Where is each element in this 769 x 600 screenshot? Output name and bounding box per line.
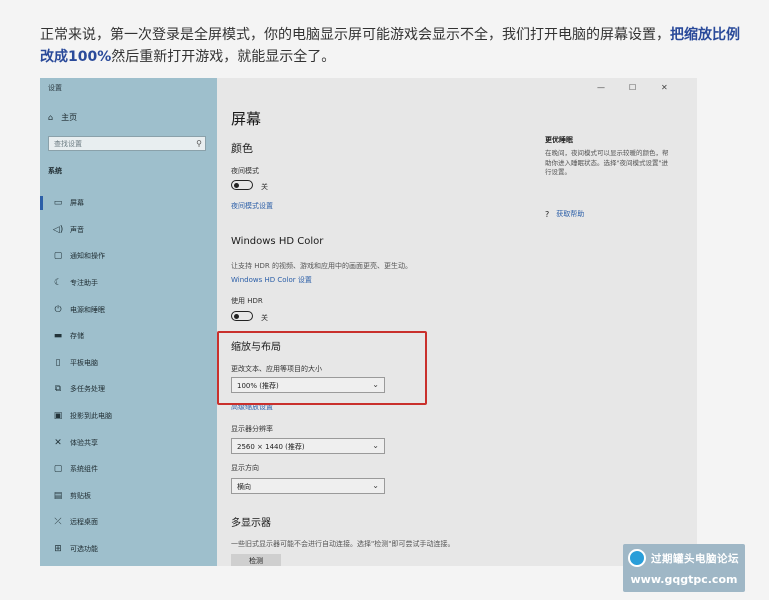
sidebar-item-notifications[interactable]: ▢ 通知和操作 [40,243,217,270]
article-paragraph: 正常来说，第一次登录是全屏模式，你的电脑显示屏可能游戏会显示不全，我们打开电脑的… [40,24,740,68]
maximize-button[interactable]: ☐ [629,83,636,92]
highlight-box [217,331,427,405]
features-icon: ⊞ [54,544,62,555]
hdr-heading: Windows HD Color [231,236,324,247]
sidebar-item-remote-desktop[interactable]: ⤫ 远程桌面 [40,509,217,536]
site-url: www.gqgtpc.com [630,573,738,586]
hdr-state: 关 [261,314,268,322]
use-hdr-label: 使用 HDR [231,297,263,305]
sidebar-item-label: 声音 [70,225,84,234]
night-light-settings-link[interactable]: 夜间模式设置 [231,201,273,211]
sidebar-item-multitasking[interactable]: ⧉ 多任务处理 [40,376,217,403]
power-icon: ⏻ [54,304,62,315]
sidebar-item-label: 专注助手 [70,279,98,288]
sidebar-item-label: 电源和睡眠 [70,305,105,314]
orientation-dropdown[interactable]: 横向 ⌄ [231,478,385,494]
article-text-before: 正常来说，第一次登录是全屏模式，你的电脑显示屏可能游戏会显示不全，我们打开电脑的… [40,27,670,43]
projector-icon: ▣ [53,411,63,422]
minimize-button[interactable]: — [597,83,605,92]
sidebar-list: ▭ 屏幕 ◁) 声音 ▢ 通知和操作 ☾ 专注助手 ⏻ 电源和睡眠 ▬ 存储 ▯… [40,190,217,562]
sidebar-item-focus-assist[interactable]: ☾ 专注助手 [40,270,217,297]
settings-content: — ☐ ✕ 屏幕 颜色 夜间模式 关 夜间模式设置 Windows HD Col… [217,78,697,566]
article-text-after: 然后重新打开游戏，就能显示全了。 [111,49,336,65]
sidebar-item-label: 多任务处理 [70,385,105,394]
window-title: 设置 [48,84,62,92]
sidebar-item-power[interactable]: ⏻ 电源和睡眠 [40,296,217,323]
sidebar-item-label: 体验共享 [70,438,98,447]
site-logo-icon [628,549,646,567]
chevron-down-icon: ⌄ [372,441,379,450]
sidebar-item-label: 投影到此电脑 [70,412,112,421]
sidebar-item-projecting[interactable]: ▣ 投影到此电脑 [40,403,217,430]
sidebar-item-label: 平板电脑 [70,358,98,367]
components-icon: ▢ [53,464,63,475]
get-help-link[interactable]: ? 获取帮助 [545,209,584,219]
tablet-icon: ▯ [55,357,61,368]
multi-display-description: 一些旧式显示器可能不会进行自动连接。选择"检测"即可尝试手动连接。 [231,540,455,548]
resolution-dropdown[interactable]: 2560 × 1440 (推荐) ⌄ [231,438,385,454]
storage-icon: ▬ [53,331,63,342]
sidebar-home-label: 主页 [61,113,78,122]
hdr-description: 让支持 HDR 的视频、游戏和应用中的画面更亮、更生动。 [231,262,412,270]
sidebar-item-system-components[interactable]: ▢ 系统组件 [40,456,217,483]
sidebar-item-label: 屏幕 [70,199,84,208]
page-title: 屏幕 [231,110,262,128]
chevron-down-icon: ⌄ [372,481,379,490]
clipboard-icon: ▤ [53,490,63,501]
remote-icon: ⤫ [54,517,62,528]
hdr-toggle[interactable] [231,311,253,321]
notification-icon: ▢ [53,251,63,262]
site-watermark: 过期罐头电脑论坛 www.gqgtpc.com [623,544,745,592]
sidebar-item-label: 通知和操作 [70,252,105,261]
search-input[interactable]: 查找设置 ⚲ [48,136,206,151]
sidebar-item-display[interactable]: ▭ 屏幕 [40,190,217,217]
search-icon: ⚲ [196,139,202,148]
share-icon: ✕ [54,437,62,448]
sidebar-item-sound[interactable]: ◁) 声音 [40,217,217,244]
settings-sidebar: 设置 ⌂ 主页 查找设置 ⚲ 系统 ▭ 屏幕 ◁) 声音 ▢ 通知和操作 ☾ 专… [40,78,217,566]
moon-icon: ☾ [53,278,63,289]
resolution-value: 2560 × 1440 (推荐) [237,443,305,451]
sidebar-section-label: 系统 [48,167,62,175]
home-icon: ⌂ [48,113,54,122]
resolution-label: 显示器分辨率 [231,425,273,433]
sidebar-item-shared-experiences[interactable]: ✕ 体验共享 [40,429,217,456]
sidebar-item-tablet[interactable]: ▯ 平板电脑 [40,350,217,377]
speaker-icon: ◁) [52,224,64,235]
monitor-icon: ▭ [53,198,63,209]
sidebar-item-label: 系统组件 [70,465,98,474]
sidebar-item-label: 可选功能 [70,545,98,554]
orientation-label: 显示方向 [231,464,259,472]
search-placeholder: 查找设置 [54,140,82,148]
sidebar-home[interactable]: ⌂ 主页 [48,112,77,123]
multi-display-heading: 多显示器 [231,518,271,529]
night-light-toggle[interactable] [231,180,253,190]
sidebar-item-label: 剪贴板 [70,491,91,500]
detect-button[interactable]: 检测 [231,554,281,566]
hdr-settings-link[interactable]: Windows HD Color 设置 [231,275,312,285]
sidebar-item-storage[interactable]: ▬ 存储 [40,323,217,350]
get-help-label: 获取帮助 [556,210,585,218]
night-light-label: 夜间模式 [231,167,259,175]
right-panel-description: 在晚间，夜间模式可以显示较暖的颜色，帮助你进入睡眠状态。选择"夜间模式设置"进行… [545,149,669,176]
color-heading: 颜色 [231,142,253,155]
sidebar-item-clipboard[interactable]: ▤ 剪贴板 [40,483,217,510]
multitask-icon: ⧉ [54,384,62,395]
orientation-value: 横向 [237,483,251,491]
sidebar-item-optional-features[interactable]: ⊞ 可选功能 [40,536,217,563]
night-light-state: 关 [261,183,268,191]
sidebar-item-label: 远程桌面 [70,518,98,527]
sidebar-item-label: 存储 [70,332,84,341]
close-button[interactable]: ✕ [661,83,668,92]
site-name: 过期罐头电脑论坛 [651,553,739,565]
right-panel-title: 更优睡眠 [545,136,573,144]
help-icon: ? [545,209,550,219]
settings-screenshot: 设置 ⌂ 主页 查找设置 ⚲ 系统 ▭ 屏幕 ◁) 声音 ▢ 通知和操作 ☾ 专… [40,78,697,566]
